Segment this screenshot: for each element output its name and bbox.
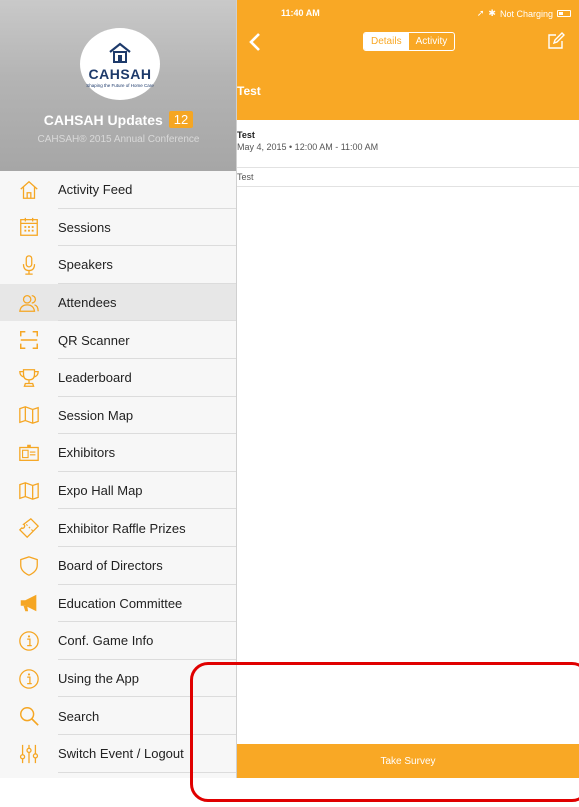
home-icon — [0, 179, 58, 201]
sidebar-item-label: Search — [58, 708, 100, 724]
sidebar-item-switch-event-logout[interactable]: Switch Event / Logout — [0, 735, 236, 773]
event-description: Test — [237, 168, 579, 187]
status-right: ➚ ✱ Not Charging — [477, 8, 571, 19]
sidebar-item-expo-hall-map[interactable]: Expo Hall Map — [0, 472, 236, 510]
sidebar-item-label: Activity Feed — [58, 182, 133, 198]
details-activity-toggle: Details Activity — [363, 32, 456, 51]
sidebar-item-exhibitors[interactable]: Exhibitors — [0, 434, 236, 472]
house-logo-icon — [109, 42, 131, 63]
info-icon — [0, 668, 58, 690]
bluetooth-icon: ✱ — [488, 8, 496, 18]
sidebar-item-label: Leaderboard — [58, 370, 132, 386]
main-panel: 11:40 AM ➚ ✱ Not Charging Details Activi… — [237, 0, 579, 807]
search-icon — [0, 705, 58, 727]
navigation-bar: 11:40 AM ➚ ✱ Not Charging Details Activi… — [237, 0, 579, 120]
sidebar-item-label: Sessions — [58, 219, 111, 235]
sidebar-item-label: Exhibitor Raffle Prizes — [58, 520, 186, 536]
sidebar-header: CAHSAH Shaping the Future of Home Care C… — [0, 0, 236, 171]
page-title: Test — [237, 84, 261, 98]
edit-icon[interactable] — [547, 32, 565, 50]
calendar-icon — [0, 216, 58, 238]
sidebar-menu: Activity Feed Sessions Speakers Attendee… — [0, 171, 236, 773]
take-survey-button[interactable]: Take Survey — [237, 744, 579, 778]
sidebar-item-label: Board of Directors — [58, 558, 163, 574]
map-icon — [0, 404, 58, 426]
updates-title: CAHSAH Updates — [43, 111, 163, 128]
info-icon — [0, 630, 58, 652]
shield-icon — [0, 555, 58, 577]
sidebar-item-speakers[interactable]: Speakers — [0, 246, 236, 284]
sidebar-item-label: Speakers — [58, 257, 113, 273]
tab-details[interactable]: Details — [364, 33, 409, 50]
sidebar-item-search[interactable]: Search — [0, 697, 236, 735]
back-button[interactable] — [247, 32, 263, 52]
sidebar-item-label: Exhibitors — [58, 445, 116, 461]
sidebar-item-label: Session Map — [58, 407, 134, 423]
sidebar-item-label: Education Committee — [58, 595, 183, 611]
people-icon — [0, 292, 58, 314]
sidebar-item-education-committee[interactable]: Education Committee — [0, 585, 236, 623]
charging-status: Not Charging — [499, 8, 553, 19]
sidebar-item-sessions[interactable]: Sessions — [0, 209, 236, 247]
updates-count-badge: 12 — [168, 111, 194, 128]
sidebar-item-using-the-app[interactable]: Using the App — [0, 660, 236, 698]
ticket-icon — [0, 517, 58, 539]
event-date: May 4, 2015 • 12:00 AM - 11:00 AM — [237, 142, 379, 152]
microphone-icon — [0, 254, 58, 276]
trophy-icon — [0, 367, 58, 389]
sidebar-item-conf-game-info[interactable]: Conf. Game Info — [0, 622, 236, 660]
event-summary: Test May 4, 2015 • 12:00 AM - 11:00 AM — [237, 120, 579, 168]
conference-name: CAHSAH® 2015 Annual Conference — [37, 134, 200, 145]
sidebar-item-label: Switch Event / Logout — [58, 746, 184, 762]
map-icon — [0, 480, 58, 502]
sliders-icon — [0, 743, 58, 765]
sidebar-item-leaderboard[interactable]: Leaderboard — [0, 359, 236, 397]
logo-text: CAHSAH — [88, 65, 152, 82]
sidebar-item-activity-feed[interactable]: Activity Feed — [0, 171, 236, 209]
sidebar-item-board-of-directors[interactable]: Board of Directors — [0, 547, 236, 585]
sidebar: CAHSAH Shaping the Future of Home Care C… — [0, 0, 237, 778]
sidebar-item-label: Attendees — [58, 295, 117, 311]
badge-icon — [0, 442, 58, 464]
event-name: Test — [237, 130, 255, 140]
updates-row[interactable]: CAHSAH Updates 12 — [0, 111, 236, 128]
tab-activity[interactable]: Activity — [409, 33, 455, 50]
sidebar-item-qr-scanner[interactable]: QR Scanner — [0, 321, 236, 359]
battery-icon — [557, 10, 571, 17]
sidebar-item-exhibitor-raffle-prizes[interactable]: Exhibitor Raffle Prizes — [0, 509, 236, 547]
sidebar-item-session-map[interactable]: Session Map — [0, 397, 236, 435]
sidebar-item-label: Using the App — [58, 671, 139, 687]
megaphone-icon — [0, 592, 58, 614]
cahsah-logo: CAHSAH Shaping the Future of Home Care — [80, 28, 160, 100]
location-icon: ➚ — [476, 8, 485, 18]
sidebar-item-label: QR Scanner — [58, 332, 130, 348]
qr-scan-icon — [0, 329, 58, 351]
sidebar-item-label: Expo Hall Map — [58, 483, 143, 499]
sidebar-item-label: Conf. Game Info — [58, 633, 154, 649]
logo-tagline: Shaping the Future of Home Care — [86, 82, 154, 88]
sidebar-item-attendees[interactable]: Attendees — [0, 283, 236, 322]
